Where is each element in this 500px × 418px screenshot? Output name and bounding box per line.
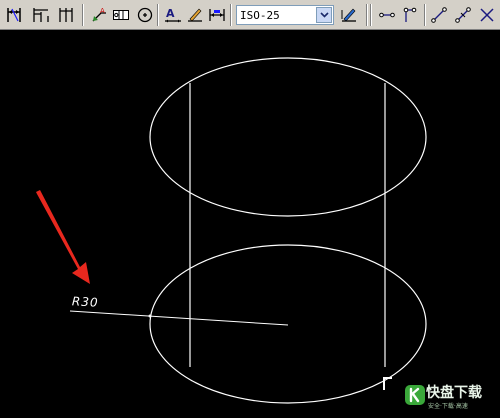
- dim-style-manager-icon[interactable]: [338, 4, 360, 26]
- dim-update-icon[interactable]: [206, 4, 228, 26]
- radius-dimension-tick: [148, 314, 152, 318]
- dim-baseline-icon[interactable]: [30, 4, 52, 26]
- snap-intersection-icon[interactable]: [476, 4, 498, 26]
- svg-text:A: A: [166, 7, 175, 20]
- dim-continue-icon[interactable]: [56, 4, 78, 26]
- snap-midpoint-icon[interactable]: [400, 4, 422, 26]
- watermark-tagline: 安全·下载·高速: [428, 403, 468, 410]
- dim-style-select[interactable]: ISO-25: [236, 5, 334, 25]
- dim-style-value: ISO-25: [240, 9, 280, 22]
- chevron-down-icon[interactable]: [316, 7, 332, 23]
- toolbar-separator: [370, 4, 372, 26]
- watermark: 快盘下载 安全·下载·高速: [402, 380, 500, 418]
- annotation-arrow: [36, 190, 90, 284]
- tolerance-icon[interactable]: [110, 4, 132, 26]
- watermark-logo: [405, 385, 425, 405]
- radius-dimension-label: R30: [71, 294, 99, 310]
- snap-parallel-icon[interactable]: [428, 4, 450, 26]
- toolbar-separator: [157, 4, 159, 26]
- svg-text:A: A: [100, 7, 105, 15]
- toolbar-separator: [366, 4, 368, 26]
- snap-endpoint-icon[interactable]: [376, 4, 398, 26]
- watermark-brand: 快盘下载: [426, 385, 482, 401]
- toolbar-separator: [424, 4, 426, 26]
- toolbar-separator: [82, 4, 84, 26]
- dimension-toolbar: A A ISO-25: [0, 0, 500, 30]
- center-mark-icon[interactable]: [134, 4, 156, 26]
- dim-edit-icon[interactable]: A: [162, 4, 184, 26]
- radius-dimension-line: [69, 310, 289, 326]
- dim-text-edit-icon[interactable]: [184, 4, 206, 26]
- toolbar-separator: [230, 4, 232, 26]
- qleader-icon[interactable]: A: [88, 4, 110, 26]
- dim-linear-icon[interactable]: [4, 4, 26, 26]
- drawing-canvas[interactable]: [0, 30, 500, 418]
- snap-perpendicular-icon[interactable]: [452, 4, 474, 26]
